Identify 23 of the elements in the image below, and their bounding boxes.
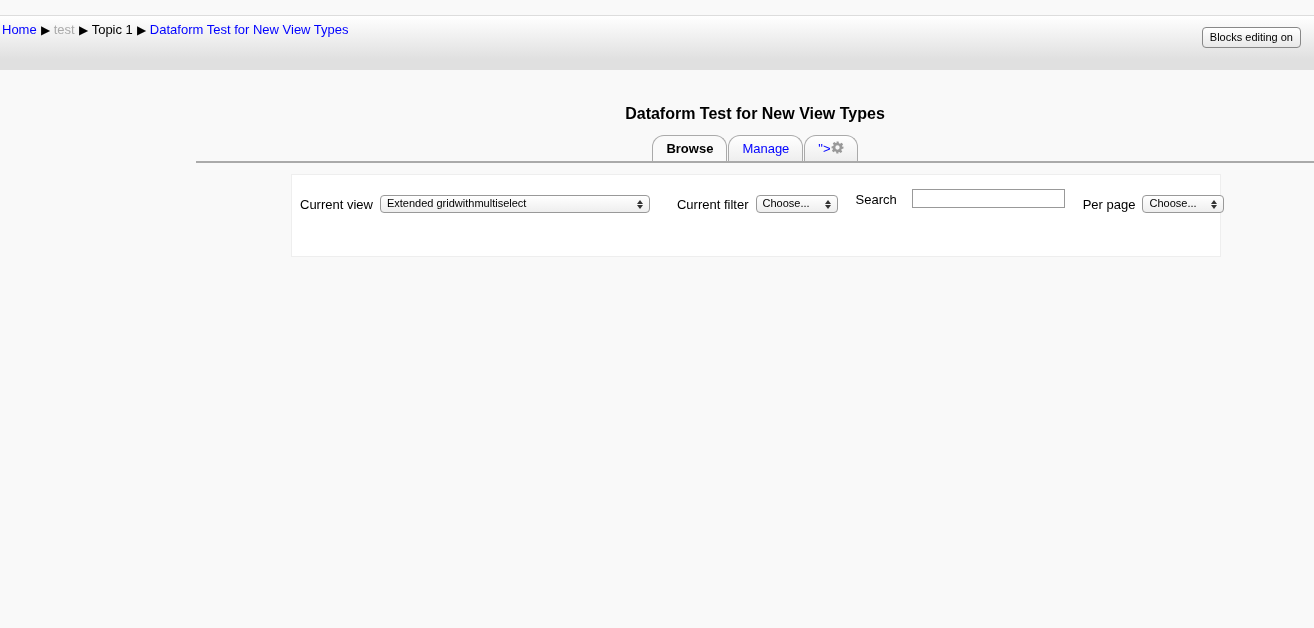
breadcrumb-separator: ▶ xyxy=(40,21,50,39)
select-dropdown[interactable]: Choose... xyxy=(755,194,838,213)
breadcrumb-separator: ▶ xyxy=(78,21,88,39)
breadcrumb-item: test xyxy=(53,21,75,39)
updown-arrows-icon xyxy=(824,199,831,209)
field-label: Current view xyxy=(300,195,373,214)
field-label: Current filter xyxy=(676,195,749,214)
select-dropdown[interactable]: Extended gridwithmultiselect xyxy=(379,194,650,213)
select-dropdown[interactable]: Choose... xyxy=(1142,194,1225,213)
tab[interactable]: Browse xyxy=(652,135,728,161)
breadcrumb-link[interactable]: Dataform Test for New View Types xyxy=(149,20,349,40)
breadcrumb-link[interactable]: Home xyxy=(2,20,37,40)
breadcrumb-separator: ▶ xyxy=(136,21,146,39)
blocks-editing-button[interactable]: Blocks editing on xyxy=(1201,27,1301,48)
tab[interactable]: Manage xyxy=(728,135,804,161)
updown-arrows-icon xyxy=(1211,199,1218,209)
tab[interactable]: "> xyxy=(804,135,858,161)
page-title: Dataform Test for New View Types xyxy=(624,104,886,124)
search-field[interactable] xyxy=(911,188,1065,208)
field-label: Per page xyxy=(1082,195,1136,214)
breadcrumb-item: Topic 1 xyxy=(91,21,133,39)
updown-arrows-icon xyxy=(636,199,643,209)
field-label: Search xyxy=(855,190,897,209)
